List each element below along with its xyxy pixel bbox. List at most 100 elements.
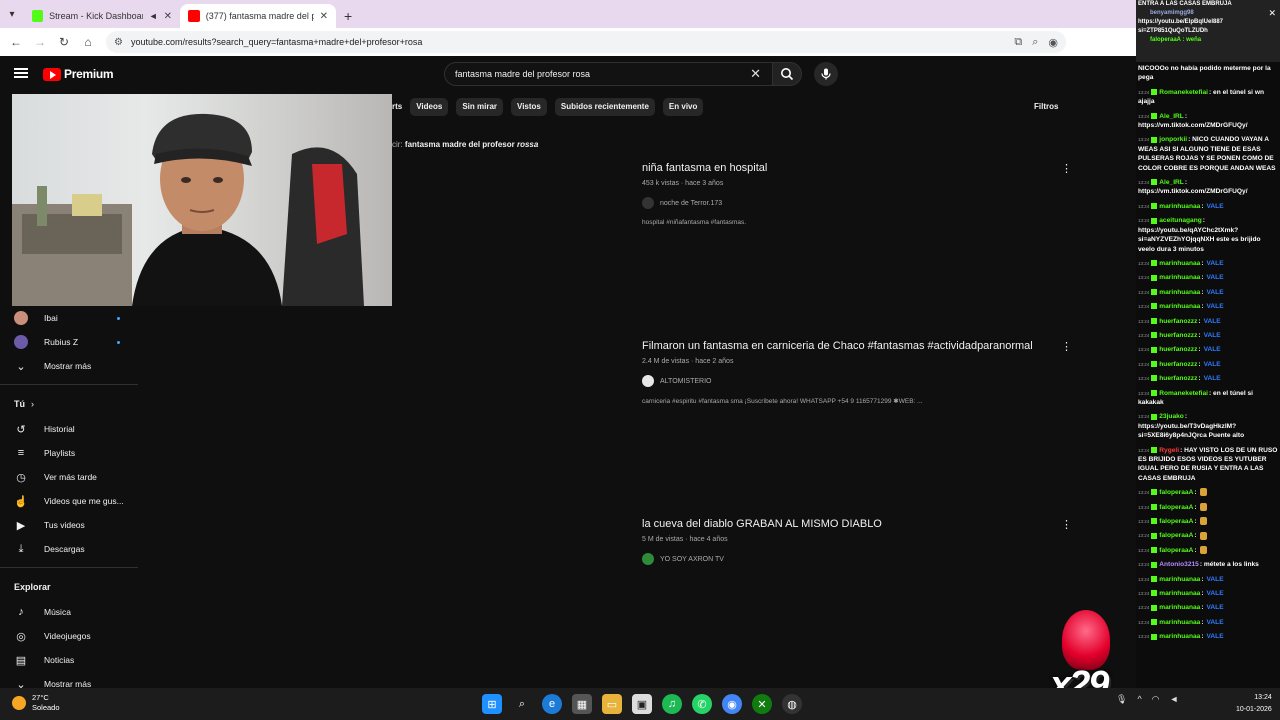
sidebar-item-downloads[interactable]: ⤓ Descargas (0, 537, 138, 561)
wifi-icon[interactable]: ◠ (1152, 694, 1160, 705)
chat-username[interactable]: marinhuanaa (1159, 274, 1200, 281)
clock[interactable]: 13:24 10-01-2026 (1236, 692, 1272, 716)
tab-youtube[interactable]: (377) fantasma madre del profe ✕ (180, 4, 336, 28)
sidebar-item-gaming[interactable]: ◎ Videojuegos (0, 624, 138, 648)
more-options-icon[interactable]: ⋮ (1061, 340, 1072, 353)
back-arrow-icon[interactable]: ← (4, 35, 28, 49)
chat-username[interactable]: Antonio3215 (1159, 561, 1199, 568)
corrected-query-italic[interactable]: rossa (517, 140, 538, 149)
show-more-subscriptions[interactable]: ⌄ Mostrar más (0, 354, 138, 378)
filters-button[interactable]: Filtros (1034, 102, 1058, 111)
chat-username[interactable]: huerfanozzz (1159, 375, 1197, 382)
tab-kick-dashboard[interactable]: Stream - Kick Dashboard ◄ ✕ (24, 4, 180, 28)
video-title[interactable]: niña fantasma en hospital (642, 162, 1082, 174)
channel-row[interactable]: YO SOY AXRON TV (642, 553, 1082, 565)
close-tab-icon[interactable]: ✕ (164, 11, 172, 22)
app-icon[interactable]: ▣ (632, 694, 652, 714)
chip-watched[interactable]: Vistos (511, 98, 547, 116)
clear-search-icon[interactable]: ✕ (750, 66, 761, 82)
tracking-icon[interactable]: ◉ (1048, 36, 1058, 49)
windows-start-icon[interactable]: ⊞ (482, 694, 502, 714)
chip-shorts[interactable]: rts (392, 98, 402, 116)
channel-row[interactable]: noche de Terror.173 (642, 197, 1082, 209)
video-result[interactable]: la cueva del diablo GRABAN AL MISMO DIAB… (642, 518, 1082, 565)
chat-username[interactable]: marinhuanaa (1159, 303, 1200, 310)
channel-name[interactable]: noche de Terror.173 (660, 200, 722, 207)
zoom-icon[interactable]: ⌕ (1032, 36, 1038, 49)
chat-username[interactable]: marinhuanaa (1159, 590, 1200, 597)
speaker-icon[interactable]: ◄ (149, 11, 158, 21)
volume-icon[interactable]: ◄ (1170, 694, 1179, 705)
menu-icon[interactable] (14, 68, 28, 78)
chip-live[interactable]: En vivo (662, 98, 704, 116)
youtube-premium-logo[interactable]: Premium (43, 67, 114, 81)
store-icon[interactable]: ▦ (572, 694, 592, 714)
chrome-icon[interactable]: ◉ (722, 694, 742, 714)
chat-username[interactable]: Romaneketefiai (1159, 89, 1208, 96)
chat-username[interactable]: Ale_IRL (1159, 179, 1184, 186)
chat-username[interactable]: marinhuanaa (1159, 604, 1200, 611)
chat-username[interactable]: huerfanozzz (1159, 332, 1197, 339)
chat-username[interactable]: marinhuanaa (1159, 289, 1200, 296)
corrected-query[interactable]: fantasma madre del profesor (405, 140, 515, 149)
chat-username[interactable]: faloperaaA (1159, 504, 1193, 511)
sidebar-item-watch-later[interactable]: ◷ Ver más tarde (0, 465, 138, 489)
sidebar-item-history[interactable]: ↺ Historial (0, 417, 138, 441)
sidebar-item-news[interactable]: ▤ Noticias (0, 648, 138, 672)
chat-username[interactable]: faloperaaA (1159, 489, 1193, 496)
chat-username[interactable]: jonporkii (1159, 136, 1187, 143)
home-icon[interactable]: ⌂ (76, 35, 100, 49)
chat-username[interactable]: huerfanozzz (1159, 361, 1197, 368)
channel-name[interactable]: ALTOMISTERIO (660, 378, 711, 385)
chat-username[interactable]: faloperaaA (1159, 547, 1193, 554)
obs-icon[interactable]: ◍ (782, 694, 802, 714)
sidebar-item-your-videos[interactable]: ▶ Tus videos (0, 513, 138, 537)
video-result[interactable]: niña fantasma en hospital 453 k vistas ·… (642, 162, 1082, 226)
close-icon[interactable]: ✕ (1268, 8, 1276, 19)
search-input[interactable]: fantasma madre del profesor rosa ✕ (444, 62, 774, 86)
forward-arrow-icon[interactable]: → (28, 35, 52, 49)
subscription-ibai[interactable]: Ibai (0, 306, 138, 330)
chat-username[interactable]: marinhuanaa (1159, 619, 1200, 626)
reload-icon[interactable]: ↻ (52, 35, 76, 49)
you-section-heading[interactable]: Tú › (0, 391, 138, 417)
channel-avatar[interactable] (642, 197, 654, 209)
sidebar-item-music[interactable]: ♪ Música (0, 600, 138, 624)
chat-username[interactable]: 23juako (1159, 413, 1184, 420)
spotify-icon[interactable]: ♫ (662, 694, 682, 714)
chip-videos[interactable]: Videos (410, 98, 449, 116)
site-info-icon[interactable]: ⚙ (114, 37, 123, 48)
new-tab-button[interactable]: + (336, 4, 360, 28)
channel-avatar[interactable] (642, 375, 654, 387)
sidebar-item-liked-videos[interactable]: ☝ Videos que me gus... (0, 489, 138, 513)
chat-username[interactable]: faloperaaA (1159, 532, 1193, 539)
tray-chevron-icon[interactable]: ^ (1137, 694, 1141, 705)
weather-widget[interactable]: 27°C Soleado (12, 693, 60, 713)
chat-username[interactable]: marinhuanaa (1159, 633, 1200, 640)
video-title[interactable]: Filmaron un fantasma en carniceria de Ch… (642, 340, 1072, 352)
chat-username[interactable]: Romaneketefiai (1159, 390, 1208, 397)
chip-recently-uploaded[interactable]: Subidos recientemente (554, 98, 655, 116)
chat-username[interactable]: huerfanozzz (1159, 346, 1197, 353)
channel-row[interactable]: ALTOMISTERIO (642, 375, 1072, 387)
chat-username[interactable]: marinhuanaa (1159, 203, 1200, 210)
tab-search-icon[interactable]: ▾ (0, 0, 24, 28)
install-app-icon[interactable]: ⧉ (1014, 36, 1022, 49)
chat-username[interactable]: Ale_IRL (1159, 113, 1184, 120)
more-options-icon[interactable]: ⋮ (1061, 518, 1072, 531)
sidebar-item-playlists[interactable]: ≡ Playlists (0, 441, 138, 465)
url-field[interactable]: ⚙ youtube.com/results?search_query=fanta… (106, 31, 1066, 53)
subscription-rubius[interactable]: Rubius Z (0, 330, 138, 354)
chat-username[interactable]: marinhuanaa (1159, 260, 1200, 267)
chip-unwatched[interactable]: Sin mirar (456, 98, 504, 116)
chat-username[interactable]: faloperaaA (1159, 518, 1193, 525)
search-button[interactable] (772, 62, 802, 86)
close-tab-icon[interactable]: ✕ (320, 11, 328, 22)
voice-search-button[interactable] (814, 62, 838, 86)
channel-avatar[interactable] (642, 553, 654, 565)
xbox-icon[interactable]: ✕ (752, 694, 772, 714)
chat-username[interactable]: Rygeli (1159, 447, 1179, 454)
chat-username[interactable]: huerfanozzz (1159, 318, 1197, 325)
video-title[interactable]: la cueva del diablo GRABAN AL MISMO DIAB… (642, 518, 1082, 530)
whatsapp-icon[interactable]: ✆ (692, 694, 712, 714)
